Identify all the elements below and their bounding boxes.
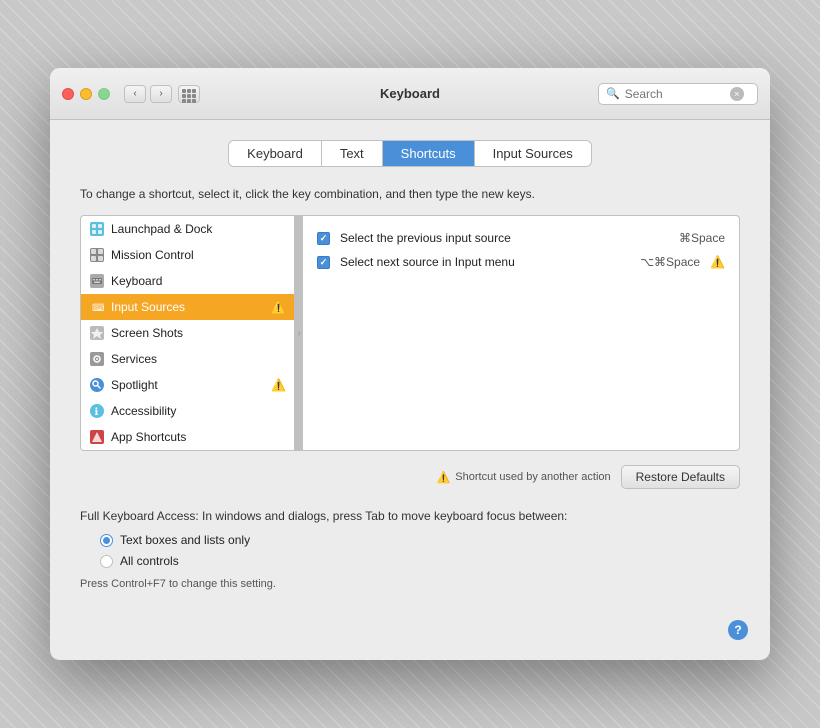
next-input-checkbox[interactable]: [317, 256, 330, 269]
category-keyboard[interactable]: Keyboard: [81, 268, 294, 294]
services-label: Services: [111, 352, 157, 366]
window-body: Keyboard Text Shortcuts Input Sources To…: [50, 120, 770, 660]
keyboard-access-section: Full Keyboard Access: In windows and dia…: [80, 509, 740, 590]
app-shortcuts-icon: [89, 429, 105, 445]
back-button[interactable]: ‹: [124, 85, 146, 103]
help-button[interactable]: ?: [728, 620, 748, 640]
keyboard-icon: [89, 273, 105, 289]
next-input-label: Select next source in Input menu: [340, 255, 630, 269]
accessibility-icon: ℹ: [89, 403, 105, 419]
launchpad-icon: [89, 221, 105, 237]
spotlight-label: Spotlight: [111, 378, 158, 392]
category-services[interactable]: Services: [81, 346, 294, 372]
input-sources-cat-label: Input Sources: [111, 300, 185, 314]
category-accessibility[interactable]: ℹ Accessibility: [81, 398, 294, 424]
shortcut-row-next: Select next source in Input menu ⌥⌘Space…: [313, 250, 729, 274]
forward-button[interactable]: ›: [150, 85, 172, 103]
category-mission[interactable]: Mission Control: [81, 242, 294, 268]
footer-warning-text: Shortcut used by another action: [455, 471, 610, 483]
radio-all-controls[interactable]: All controls: [100, 554, 740, 568]
next-input-key: ⌥⌘Space: [640, 255, 700, 269]
footer-bar: ⚠️ Shortcut used by another action Resto…: [80, 465, 740, 489]
keyboard-access-label: Full Keyboard Access: In windows and dia…: [80, 509, 740, 523]
category-app-shortcuts[interactable]: App Shortcuts: [81, 424, 294, 450]
tab-text[interactable]: Text: [322, 141, 383, 166]
search-icon: 🔍: [606, 87, 620, 100]
traffic-lights: [62, 88, 110, 100]
category-list: Launchpad & Dock Mission: [80, 215, 295, 451]
content-area: Keyboard Text Shortcuts Input Sources To…: [50, 120, 770, 610]
all-controls-radio[interactable]: [100, 555, 113, 568]
titlebar: ‹ › Keyboard 🔍 ×: [50, 68, 770, 120]
shortcut-row-prev: Select the previous input source ⌘Space: [313, 226, 729, 250]
tab-shortcuts[interactable]: Shortcuts: [383, 141, 475, 166]
minimize-button[interactable]: [80, 88, 92, 100]
nav-buttons: ‹ ›: [124, 85, 172, 103]
screenshots-icon: [89, 325, 105, 341]
category-launchpad[interactable]: Launchpad & Dock: [81, 216, 294, 242]
input-sources-warning: ⚠️: [271, 300, 286, 314]
input-sources-icon: ⌨: [89, 299, 105, 315]
mission-icon: [89, 247, 105, 263]
footer-warning: ⚠️ Shortcut used by another action: [437, 471, 611, 484]
hint-text: Press Control+F7 to change this setting.: [80, 578, 740, 590]
category-input-sources[interactable]: ⌨ Input Sources ⚠️: [81, 294, 294, 320]
radio-text-boxes[interactable]: Text boxes and lists only: [100, 533, 740, 547]
text-boxes-radio[interactable]: [100, 534, 113, 547]
category-screenshots[interactable]: Screen Shots: [81, 320, 294, 346]
main-panel: Launchpad & Dock Mission: [80, 215, 740, 451]
keyboard-window: ‹ › Keyboard 🔍 × Keyboard Text Shortcuts…: [50, 68, 770, 660]
footer-warning-icon: ⚠️: [437, 471, 451, 484]
prev-input-checkbox[interactable]: [317, 232, 330, 245]
category-spotlight[interactable]: Spotlight ⚠️: [81, 372, 294, 398]
all-controls-label: All controls: [120, 554, 179, 568]
launchpad-label: Launchpad & Dock: [111, 222, 212, 236]
close-button[interactable]: [62, 88, 74, 100]
spotlight-warning: ⚠️: [271, 378, 286, 392]
window-title: Keyboard: [380, 86, 440, 101]
spotlight-icon: [89, 377, 105, 393]
prev-input-key: ⌘Space: [679, 231, 725, 245]
restore-defaults-button[interactable]: Restore Defaults: [621, 465, 740, 489]
svg-text:⌨: ⌨: [92, 303, 104, 314]
screenshots-label: Screen Shots: [111, 326, 183, 340]
tab-group: Keyboard Text Shortcuts Input Sources: [228, 140, 592, 167]
next-input-warning: ⚠️: [710, 255, 725, 269]
maximize-button[interactable]: [98, 88, 110, 100]
prev-input-label: Select the previous input source: [340, 231, 669, 245]
tabs: Keyboard Text Shortcuts Input Sources: [80, 140, 740, 167]
panel-divider: [295, 215, 303, 451]
app-shortcuts-label: App Shortcuts: [111, 430, 186, 444]
tab-input-sources[interactable]: Input Sources: [475, 141, 591, 166]
shortcuts-panel: Select the previous input source ⌘Space …: [303, 215, 740, 451]
tab-keyboard[interactable]: Keyboard: [229, 141, 322, 166]
services-icon: [89, 351, 105, 367]
accessibility-label: Accessibility: [111, 404, 176, 418]
keyboard-cat-label: Keyboard: [111, 274, 162, 288]
search-input[interactable]: [625, 87, 725, 101]
search-box[interactable]: 🔍 ×: [598, 83, 758, 105]
radio-group: Text boxes and lists only All controls: [100, 533, 740, 568]
grid-button[interactable]: [178, 85, 200, 103]
svg-text:ℹ: ℹ: [95, 407, 99, 418]
description-text: To change a shortcut, select it, click t…: [80, 187, 740, 201]
mission-label: Mission Control: [111, 248, 194, 262]
search-clear-button[interactable]: ×: [730, 87, 744, 101]
text-boxes-label: Text boxes and lists only: [120, 533, 250, 547]
